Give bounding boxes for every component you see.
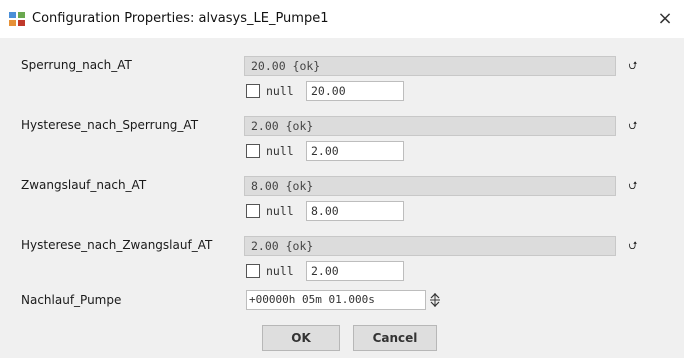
double-chevron-up-icon[interactable]: ⮍ [627, 120, 639, 132]
cancel-button[interactable]: Cancel [353, 325, 437, 351]
status-value-hysterese-nach-sperrung-at[interactable]: 2.00 {ok} [244, 116, 616, 136]
null-label: null [266, 144, 294, 158]
status-value-sperrung-nach-at[interactable]: 20.00 {ok} [244, 56, 616, 76]
null-label: null [266, 204, 294, 218]
value-input-zwangslauf-nach-at[interactable]: 8.00 [306, 201, 404, 221]
null-label: null [266, 84, 294, 98]
property-label-nachlauf-pumpe: Nachlauf_Pumpe [21, 293, 122, 307]
config-app-icon [9, 12, 25, 26]
null-checkbox-sperrung-nach-at[interactable] [246, 84, 260, 98]
ok-button[interactable]: OK [262, 325, 340, 351]
window-title: Configuration Properties: alvasys_LE_Pum… [32, 11, 329, 26]
property-label-hysterese-nach-sperrung-at: Hysterese_nach_Sperrung_AT [21, 118, 199, 132]
null-checkbox-zwangslauf-nach-at[interactable] [246, 204, 260, 218]
null-label: null [266, 264, 294, 278]
null-checkbox-hysterese-nach-sperrung-at[interactable] [246, 144, 260, 158]
double-chevron-up-icon[interactable]: ⮍ [627, 240, 639, 252]
double-chevron-up-icon[interactable]: ⮍ [627, 60, 639, 72]
property-label-sperrung-nach-at: Sperrung_nach_AT [21, 58, 132, 72]
value-input-hysterese-nach-zwangslauf-at[interactable]: 2.00 [306, 261, 404, 281]
title-bar: Configuration Properties: alvasys_LE_Pum… [0, 0, 684, 38]
status-value-hysterese-nach-zwangslauf-at[interactable]: 2.00 {ok} [244, 236, 616, 256]
value-input-sperrung-nach-at[interactable]: 20.00 [306, 81, 404, 101]
spinner-icon[interactable] [429, 292, 441, 308]
close-icon[interactable]: × [652, 6, 678, 32]
null-checkbox-hysterese-nach-zwangslauf-at[interactable] [246, 264, 260, 278]
property-label-zwangslauf-nach-at: Zwangslauf_nach_AT [21, 178, 147, 192]
value-input-hysterese-nach-sperrung-at[interactable]: 2.00 [306, 141, 404, 161]
reltime-input-nachlauf-pumpe[interactable]: +00000h 05m 01.000s [246, 290, 426, 310]
property-label-hysterese-nach-zwangslauf-at: Hysterese_nach_Zwangslauf_AT [21, 238, 213, 252]
status-value-zwangslauf-nach-at[interactable]: 8.00 {ok} [244, 176, 616, 196]
double-chevron-up-icon[interactable]: ⮍ [627, 180, 639, 192]
